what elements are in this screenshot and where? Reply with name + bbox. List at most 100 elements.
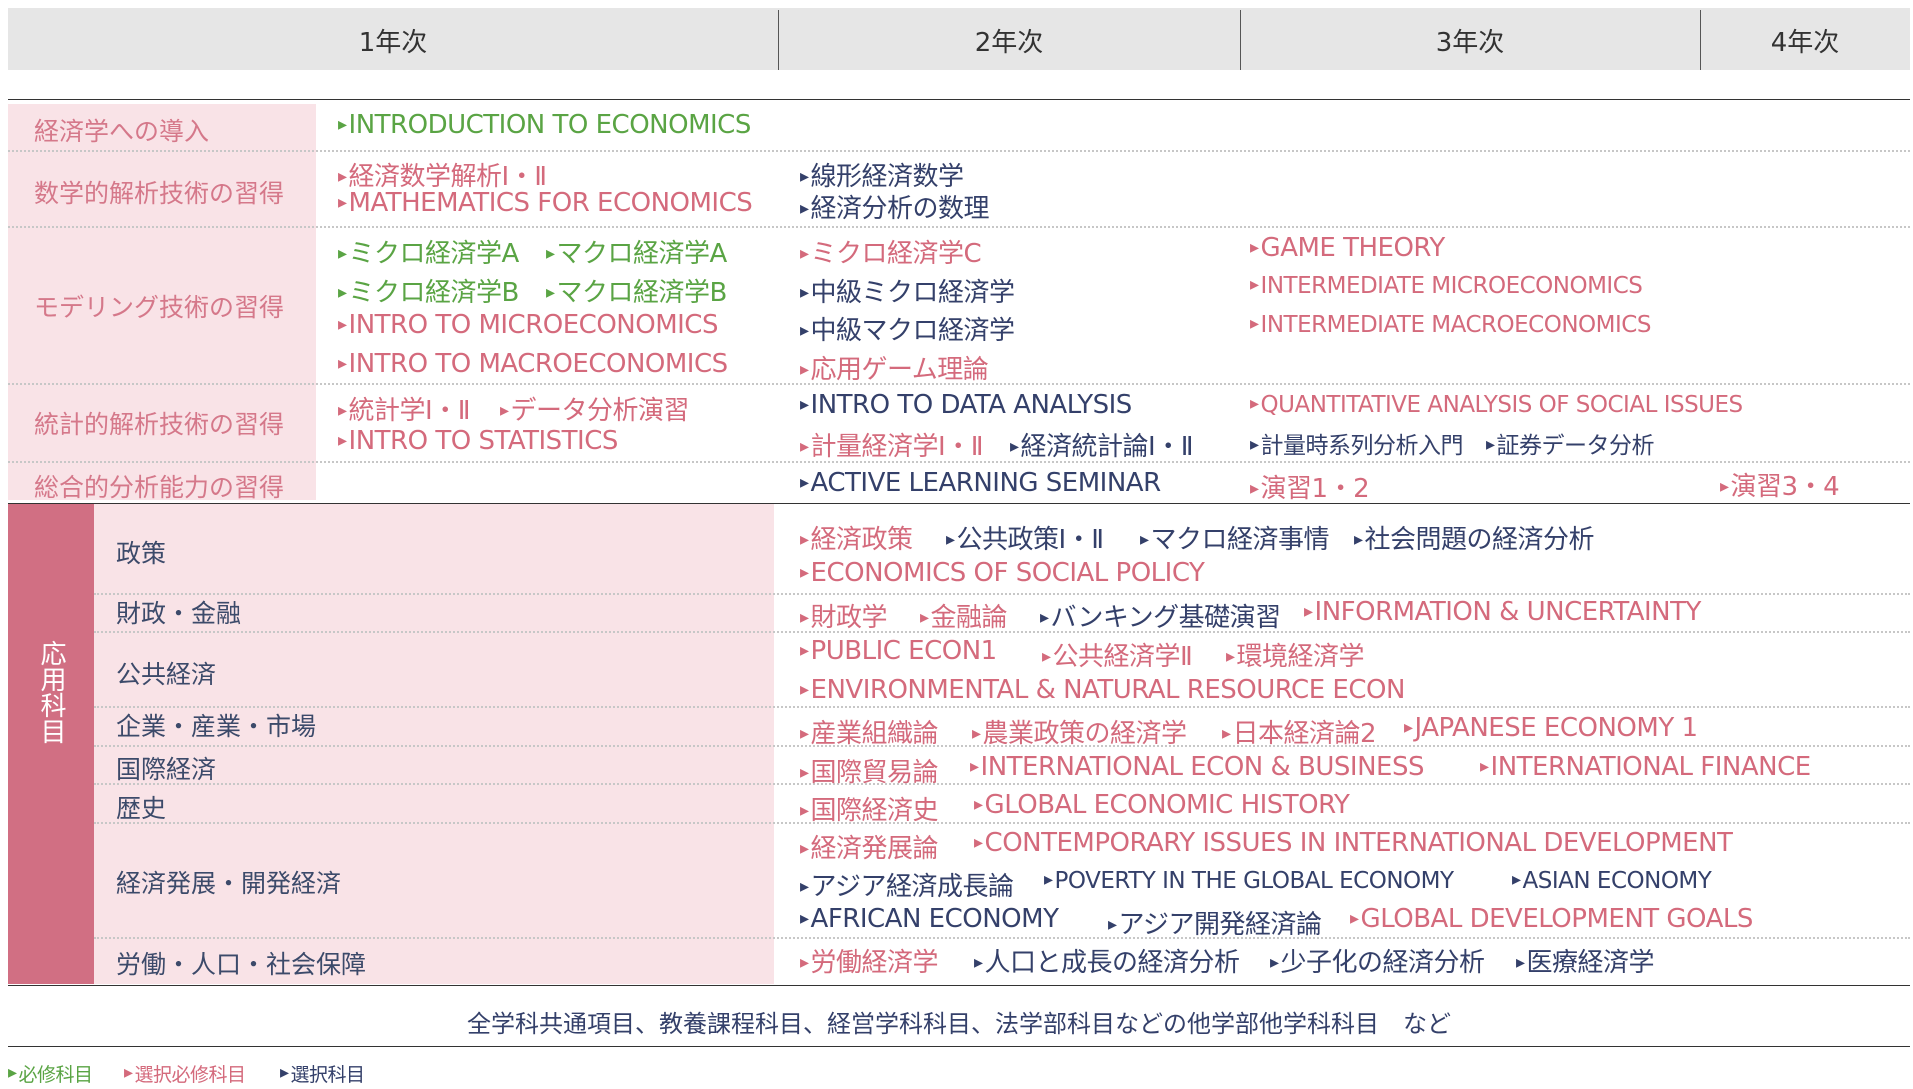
course-item[interactable]: マクロ経済学A: [546, 233, 728, 270]
sub-labor: 労働・人口・社会保障: [116, 950, 367, 979]
course-item[interactable]: 環境経済学: [1226, 636, 1365, 673]
course-item[interactable]: INTERNATIONAL FINANCE: [1480, 752, 1812, 782]
category-math: 数学的解析技術の習得: [34, 179, 285, 208]
course-item[interactable]: INTRO TO MACROECONOMICS: [338, 349, 729, 379]
legend-elective: 選択科目: [280, 1060, 366, 1087]
course-item[interactable]: INTRODUCTION TO ECONOMICS: [338, 110, 752, 140]
applied-title-text: 応用科目: [36, 640, 66, 744]
year-2-label: 2年次: [974, 28, 1044, 58]
course-item[interactable]: INTRO TO MICROECONOMICS: [338, 310, 719, 340]
course-item[interactable]: 計量経済学Ⅰ・Ⅱ: [800, 426, 984, 463]
course-item[interactable]: 公共経済学Ⅱ: [1042, 636, 1193, 673]
course-item[interactable]: データ分析演習: [500, 390, 690, 427]
course-item[interactable]: 経済政策: [800, 519, 914, 556]
row-divider: [8, 226, 1910, 228]
sub-public: 公共経済: [116, 660, 217, 689]
footer-note: 全学科共通項目、教養課程科目、経営学科科目、法学部科目などの他学部他学科科目 な…: [467, 1010, 1451, 1038]
course-item[interactable]: INTERNATIONAL ECON & BUSINESS: [970, 752, 1425, 782]
course-item[interactable]: ACTIVE LEARNING SEMINAR: [800, 468, 1162, 498]
course-item[interactable]: GLOBAL DEVELOPMENT GOALS: [1350, 904, 1754, 934]
sub-finance: 財政・金融: [116, 599, 242, 628]
course-item[interactable]: GLOBAL ECONOMIC HISTORY: [974, 790, 1350, 820]
sub-industry: 企業・産業・市場: [116, 712, 317, 741]
legend-required: 必修科目: [8, 1060, 94, 1087]
course-item[interactable]: マクロ経済学B: [546, 272, 728, 309]
course-item[interactable]: 少子化の経済分析: [1270, 942, 1486, 979]
course-item[interactable]: CONTEMPORARY ISSUES IN INTERNATIONAL DEV…: [974, 828, 1733, 858]
sub-international: 国際経済: [116, 755, 217, 784]
course-item[interactable]: ECONOMICS OF SOCIAL POLICY: [800, 558, 1205, 588]
course-item[interactable]: 農業政策の経済学: [972, 713, 1188, 750]
course-item[interactable]: 演習3・4: [1720, 466, 1840, 503]
applied-top-rule: [8, 503, 1910, 504]
course-item[interactable]: 経済分析の数理: [800, 188, 990, 225]
year-divider: [1700, 10, 1701, 70]
category-model: モデリング技術の習得: [34, 293, 285, 322]
category-comprehensive: 総合的分析能力の習得: [34, 473, 285, 502]
course-item[interactable]: ミクロ経済学C: [800, 233, 982, 270]
year-3-label: 3年次: [1435, 28, 1505, 58]
course-item[interactable]: ENVIRONMENTAL & NATURAL RESOURCE ECON: [800, 675, 1406, 705]
year-4-label: 4年次: [1770, 28, 1840, 58]
course-item[interactable]: INTRO TO DATA ANALYSIS: [800, 390, 1133, 420]
course-item[interactable]: 金融論: [920, 597, 1008, 634]
course-item[interactable]: 経済発展論: [800, 828, 939, 865]
footer-top-rule: [8, 985, 1910, 986]
course-item[interactable]: 証券データ分析: [1486, 426, 1655, 460]
course-item[interactable]: 応用ゲーム理論: [800, 349, 989, 386]
course-item[interactable]: PUBLIC ECON1: [800, 636, 998, 666]
course-item[interactable]: 中級マクロ経済学: [800, 310, 1016, 347]
sub-history: 歴史: [116, 794, 167, 823]
row-divider: [8, 150, 1910, 152]
course-item[interactable]: マクロ経済事情: [1140, 519, 1330, 556]
course-item[interactable]: 中級ミクロ経済学: [800, 272, 1016, 309]
course-item[interactable]: ミクロ経済学A: [338, 233, 520, 270]
course-item[interactable]: 計量時系列分析入門: [1250, 426, 1464, 460]
course-item[interactable]: INFORMATION & UNCERTAINTY: [1304, 597, 1702, 627]
course-item[interactable]: 国際経済史: [800, 790, 939, 827]
course-item[interactable]: AFRICAN ECONOMY: [800, 904, 1059, 934]
year-header: [8, 8, 1910, 70]
row-divider: [94, 593, 1910, 595]
course-item[interactable]: QUANTITATIVE ANALYSIS OF SOCIAL ISSUES: [1250, 392, 1744, 418]
course-item[interactable]: POVERTY IN THE GLOBAL ECONOMY: [1044, 868, 1454, 894]
sub-development: 経済発展・開発経済: [116, 869, 342, 898]
row-divider: [94, 783, 1910, 785]
course-item[interactable]: 国際貿易論: [800, 752, 939, 789]
course-item[interactable]: 公共政策Ⅰ・Ⅱ: [946, 519, 1104, 556]
course-item[interactable]: INTERMEDIATE MICROECONOMICS: [1250, 273, 1643, 299]
course-item[interactable]: ミクロ経済学B: [338, 272, 520, 309]
course-item[interactable]: 産業組織論: [800, 713, 939, 750]
legend-elective-required: 選択必修科目: [124, 1060, 247, 1087]
row-divider: [94, 706, 1910, 708]
course-item[interactable]: GAME THEORY: [1250, 233, 1446, 263]
course-item[interactable]: INTERMEDIATE MACROECONOMICS: [1250, 312, 1652, 338]
year-divider: [1240, 10, 1241, 70]
category-stat: 統計的解析技術の習得: [34, 410, 285, 439]
course-item[interactable]: ASIAN ECONOMY: [1512, 868, 1712, 894]
course-item[interactable]: JAPANESE ECONOMY 1: [1404, 713, 1698, 743]
sub-policy: 政策: [116, 539, 167, 568]
table-top-rule: [8, 99, 1910, 100]
course-item[interactable]: アジア経済成長論: [800, 866, 1014, 903]
course-item[interactable]: 財政学: [800, 597, 888, 634]
course-item[interactable]: 社会問題の経済分析: [1354, 519, 1595, 556]
footer-bottom-rule: [8, 1046, 1910, 1047]
course-item[interactable]: 演習1・2: [1250, 468, 1370, 505]
course-item[interactable]: 統計学Ⅰ・Ⅱ: [338, 390, 471, 427]
course-item[interactable]: INTRO TO STATISTICS: [338, 426, 619, 456]
row-divider: [94, 822, 1910, 824]
course-item[interactable]: 人口と成長の経済分析: [974, 942, 1241, 979]
category-intro: 経済学への導入: [34, 117, 210, 146]
course-item[interactable]: 労働経済学: [800, 942, 939, 979]
course-item[interactable]: 経済統計論Ⅰ・Ⅱ: [1010, 426, 1194, 463]
course-item[interactable]: バンキング基礎演習: [1040, 597, 1282, 634]
course-item[interactable]: 日本経済論2: [1222, 713, 1377, 750]
applied-subcategory-bg: [94, 504, 774, 984]
year-divider: [778, 10, 779, 70]
row-divider: [94, 937, 1910, 939]
course-item[interactable]: 医療経済学: [1516, 942, 1655, 979]
course-item[interactable]: アジア開発経済論: [1108, 904, 1322, 941]
course-item[interactable]: MATHEMATICS FOR ECONOMICS: [338, 188, 753, 218]
year-1-label: 1年次: [358, 28, 428, 58]
